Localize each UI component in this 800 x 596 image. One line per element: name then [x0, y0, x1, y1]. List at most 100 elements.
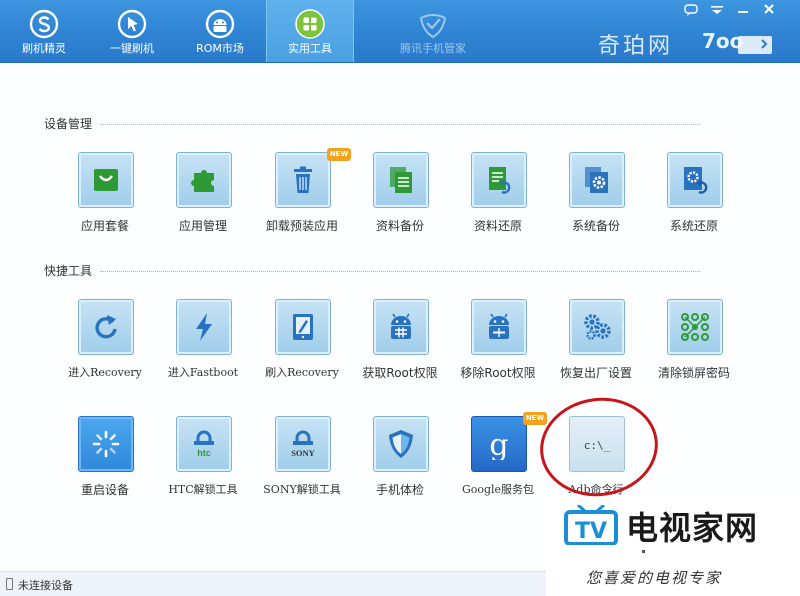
tool-label: 资料还原: [473, 219, 522, 233]
tool-get-root[interactable]: 获取Root权限: [345, 299, 455, 399]
tool-tile: [667, 152, 723, 208]
feedback-icon[interactable]: [680, 2, 702, 18]
watermark-dot: [642, 550, 645, 553]
tool-label: 应用套餐: [80, 219, 129, 233]
brand-logo: 7oo: [702, 29, 772, 54]
tool-remove-root[interactable]: 移除Root权限: [443, 299, 553, 399]
tool-tile: SONY: [275, 416, 331, 472]
tool-label: 卸载预装应用: [265, 219, 338, 233]
minimize-icon[interactable]: [732, 2, 754, 18]
tool-label: Google服务包: [461, 483, 535, 496]
tab-label: 实用工具: [288, 42, 332, 55]
tool-htc-unlock[interactable]: htc HTC解锁工具: [148, 416, 258, 516]
tool-factory-reset[interactable]: 恢复出厂设置: [541, 299, 651, 399]
pattern-lock-icon: [681, 313, 709, 341]
tool-label: 刷入Recovery: [265, 366, 339, 379]
tool-tile: [275, 152, 331, 208]
tool-tile: [569, 299, 625, 355]
tool-data-backup[interactable]: 资料备份: [345, 152, 455, 252]
section-divider: [100, 271, 700, 272]
tool-uninstall-preinstalled[interactable]: NEW 卸载预装应用: [247, 148, 357, 252]
watermark-title: 电视家网: [626, 509, 759, 547]
lightning-icon: [196, 313, 212, 341]
gear-restore-icon: [684, 167, 708, 194]
tool-flash-recovery[interactable]: 刷入Recovery: [247, 299, 357, 399]
connection-status: 未连接设备: [18, 579, 73, 592]
tool-label: 系统备份: [571, 219, 620, 233]
s-logo-icon: [29, 9, 59, 39]
close-icon[interactable]: [758, 2, 780, 18]
tool-label: 手机体检: [375, 483, 424, 497]
tool-tile: [373, 299, 429, 355]
top-toolbar: 刷机精灵 一键刷机 ROM市场 实用工具 腾讯手机管家 奇珀网 7oo: [0, 0, 800, 63]
tool-tile: [569, 152, 625, 208]
htc-lock-icon: htc: [194, 430, 214, 458]
tab-label: 一键刷机: [110, 42, 154, 55]
tool-tile: [78, 416, 134, 472]
cursor-arrow-icon: [117, 9, 147, 39]
htc-logo-text: htc: [197, 448, 211, 458]
tool-data-restore[interactable]: 资料还原: [443, 152, 553, 252]
tool-label: 获取Root权限: [362, 366, 438, 380]
tool-label: 资料备份: [375, 219, 424, 233]
tool-tile: [471, 152, 527, 208]
tool-reboot-device[interactable]: 重启设备: [50, 416, 160, 516]
grid-tools-icon: [295, 9, 325, 39]
spinner-icon: [92, 430, 120, 458]
refresh-icon: [95, 315, 117, 339]
tool-app-manager[interactable]: 应用管理: [148, 152, 258, 252]
tool-tile: [176, 299, 232, 355]
tool-label: 移除Root权限: [460, 366, 536, 380]
tool-label: 进入Recovery: [68, 366, 142, 379]
tool-label: 清除锁屏密码: [657, 366, 730, 380]
tool-label: HTC解锁工具: [168, 483, 238, 496]
google-g-icon: g: [489, 428, 508, 460]
android-root-icon: [391, 313, 411, 339]
tool-system-restore[interactable]: 系统还原: [639, 152, 749, 252]
google-g-glyph: g: [489, 428, 508, 460]
tab-label: 腾讯手机管家: [400, 42, 466, 55]
tool-label: 系统还原: [669, 219, 718, 233]
tool-tile: htc: [176, 416, 232, 472]
phone-icon: [6, 578, 13, 590]
status-bar: 未连接设备: [0, 571, 546, 596]
tool-app-bundle[interactable]: 应用套餐: [50, 152, 160, 252]
tool-tile: [373, 152, 429, 208]
sony-lock-icon: SONY: [291, 430, 315, 458]
section-title-quick: 快捷工具: [44, 264, 93, 278]
android-icon: [205, 9, 235, 39]
tab-tencent-manager[interactable]: 腾讯手机管家: [376, 0, 490, 62]
tv-logo: TV: [564, 505, 618, 545]
document-copy-icon: [390, 167, 412, 193]
menu-icon[interactable]: [706, 2, 728, 18]
tab-one-click-flash[interactable]: 一键刷机: [88, 0, 176, 62]
tool-tile: [471, 299, 527, 355]
tool-system-backup[interactable]: 系统备份: [541, 152, 651, 252]
tab-rom-market[interactable]: ROM市场: [176, 0, 264, 62]
tool-sony-unlock[interactable]: SONY SONY解锁工具: [247, 416, 357, 516]
tool-google-services[interactable]: g NEW Google服务包: [443, 412, 553, 516]
brand-watermark: 奇珀网: [598, 34, 674, 59]
tool-tile: [78, 299, 134, 355]
tool-tile: g: [471, 416, 527, 472]
tv-logo-text: TV: [575, 519, 607, 544]
tool-phone-checkup[interactable]: 手机体检: [345, 416, 455, 516]
shield-icon: [389, 430, 413, 458]
section-title-device: 设备管理: [44, 117, 93, 131]
tab-label: 刷机精灵: [22, 42, 66, 55]
brand-logo-text: 7oo: [702, 29, 743, 53]
trash-icon: [294, 166, 312, 193]
shopping-bag-icon: [94, 169, 118, 191]
tool-clear-lock-password[interactable]: 清除锁屏密码: [639, 299, 749, 399]
tool-tile: [373, 416, 429, 472]
tablet-edit-icon: [293, 314, 313, 340]
tab-utilities[interactable]: 实用工具: [266, 0, 354, 62]
section-divider: [100, 124, 700, 125]
tool-label: 应用管理: [178, 219, 227, 233]
tab-label: ROM市场: [196, 42, 244, 55]
tool-label: 恢复出厂设置: [559, 366, 632, 380]
tool-label: 进入Fastboot: [167, 366, 239, 379]
tool-enter-fastboot[interactable]: 进入Fastboot: [148, 299, 258, 399]
tab-flash-wizard[interactable]: 刷机精灵: [0, 0, 88, 62]
tool-enter-recovery[interactable]: 进入Recovery: [50, 299, 160, 399]
